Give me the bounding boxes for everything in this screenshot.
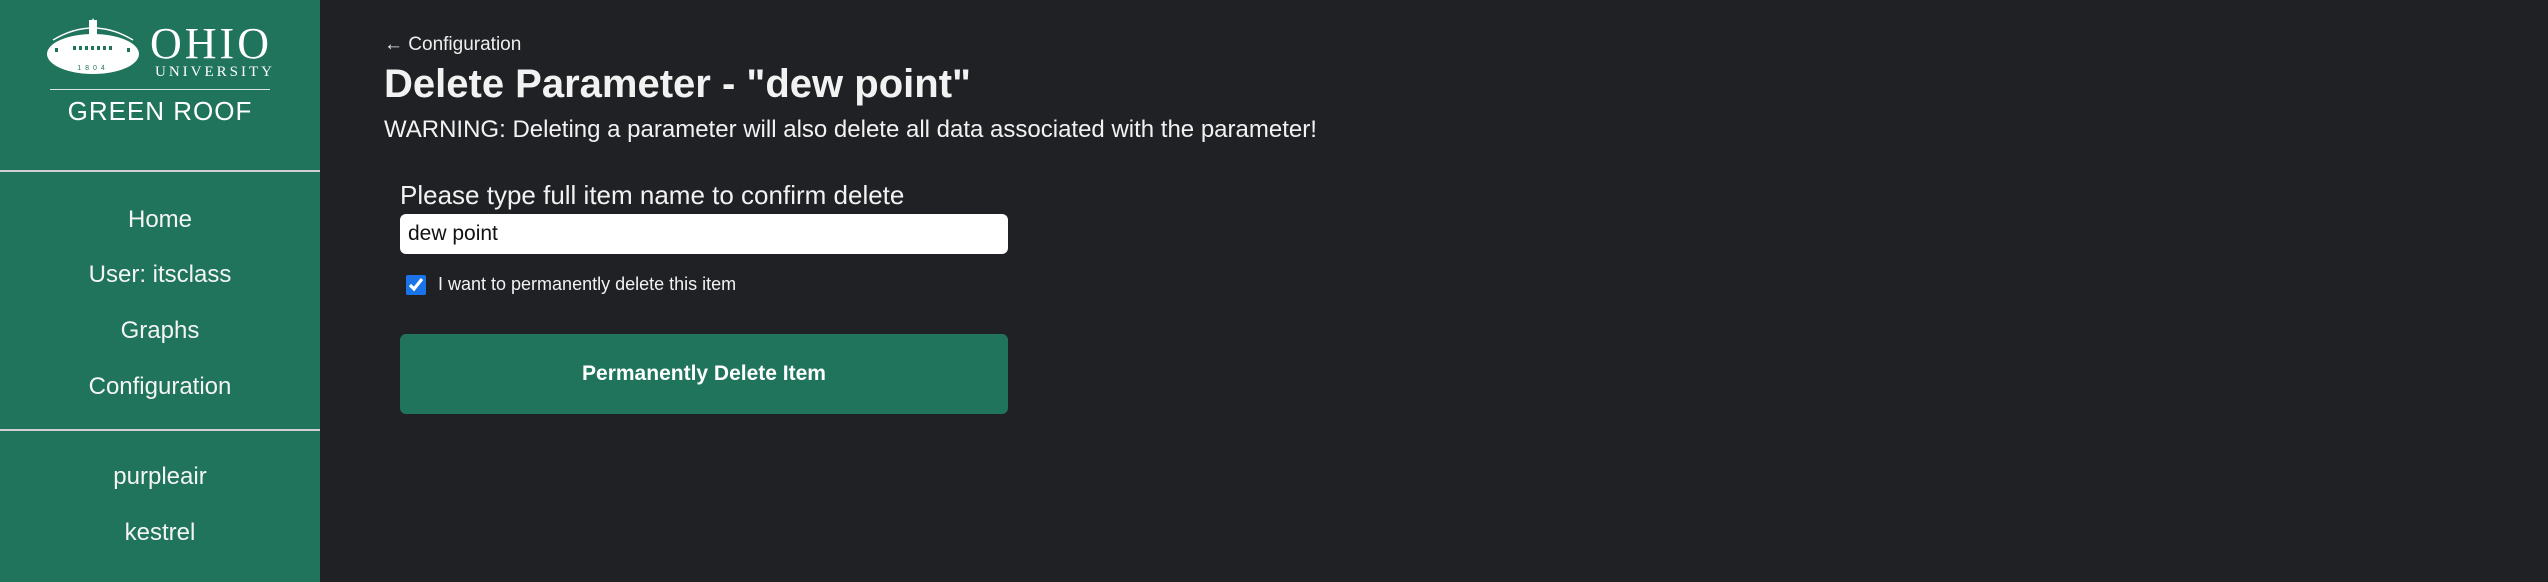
back-link[interactable]: ← Configuration xyxy=(384,34,521,56)
nav-device-kestrel[interactable]: kestrel xyxy=(0,518,320,548)
sidebar: 1804 OHIO UNIVERSITY GREEN ROOF Home Use… xyxy=(0,0,320,582)
ohio-university-logo[interactable]: 1804 OHIO UNIVERSITY GREEN ROOF xyxy=(40,16,280,126)
nav-configuration[interactable]: Configuration xyxy=(0,372,320,402)
svg-text:1804: 1804 xyxy=(77,65,109,72)
checkbox-label[interactable]: I want to permanently delete this item xyxy=(438,274,736,295)
permanently-delete-button[interactable]: Permanently Delete Item xyxy=(400,334,1008,414)
nav-user[interactable]: User: itsclass xyxy=(0,260,320,290)
logo-rule xyxy=(50,89,270,90)
warning-text: WARNING: Deleting a parameter will also … xyxy=(384,116,1317,143)
confirm-name-input[interactable] xyxy=(400,214,1008,254)
nav-graphs[interactable]: Graphs xyxy=(0,316,320,346)
logo-ohio: OHIO xyxy=(150,19,272,68)
sidebar-divider xyxy=(0,170,320,172)
sidebar-divider xyxy=(0,429,320,431)
app-name: GREEN ROOF xyxy=(67,96,253,126)
nav-device-purpleair[interactable]: purpleair xyxy=(0,462,320,492)
confirm-label: Please type full item name to confirm de… xyxy=(400,180,905,210)
arrow-left-icon: ← xyxy=(384,34,409,55)
logo-university: UNIVERSITY xyxy=(155,64,275,80)
nav-home[interactable]: Home xyxy=(0,205,320,235)
university-seal-icon: 1804 xyxy=(47,18,139,74)
back-link-label: Configuration xyxy=(408,34,522,55)
confirm-delete-checkbox[interactable] xyxy=(406,275,426,295)
page-title: Delete Parameter - "dew point" xyxy=(384,62,971,106)
